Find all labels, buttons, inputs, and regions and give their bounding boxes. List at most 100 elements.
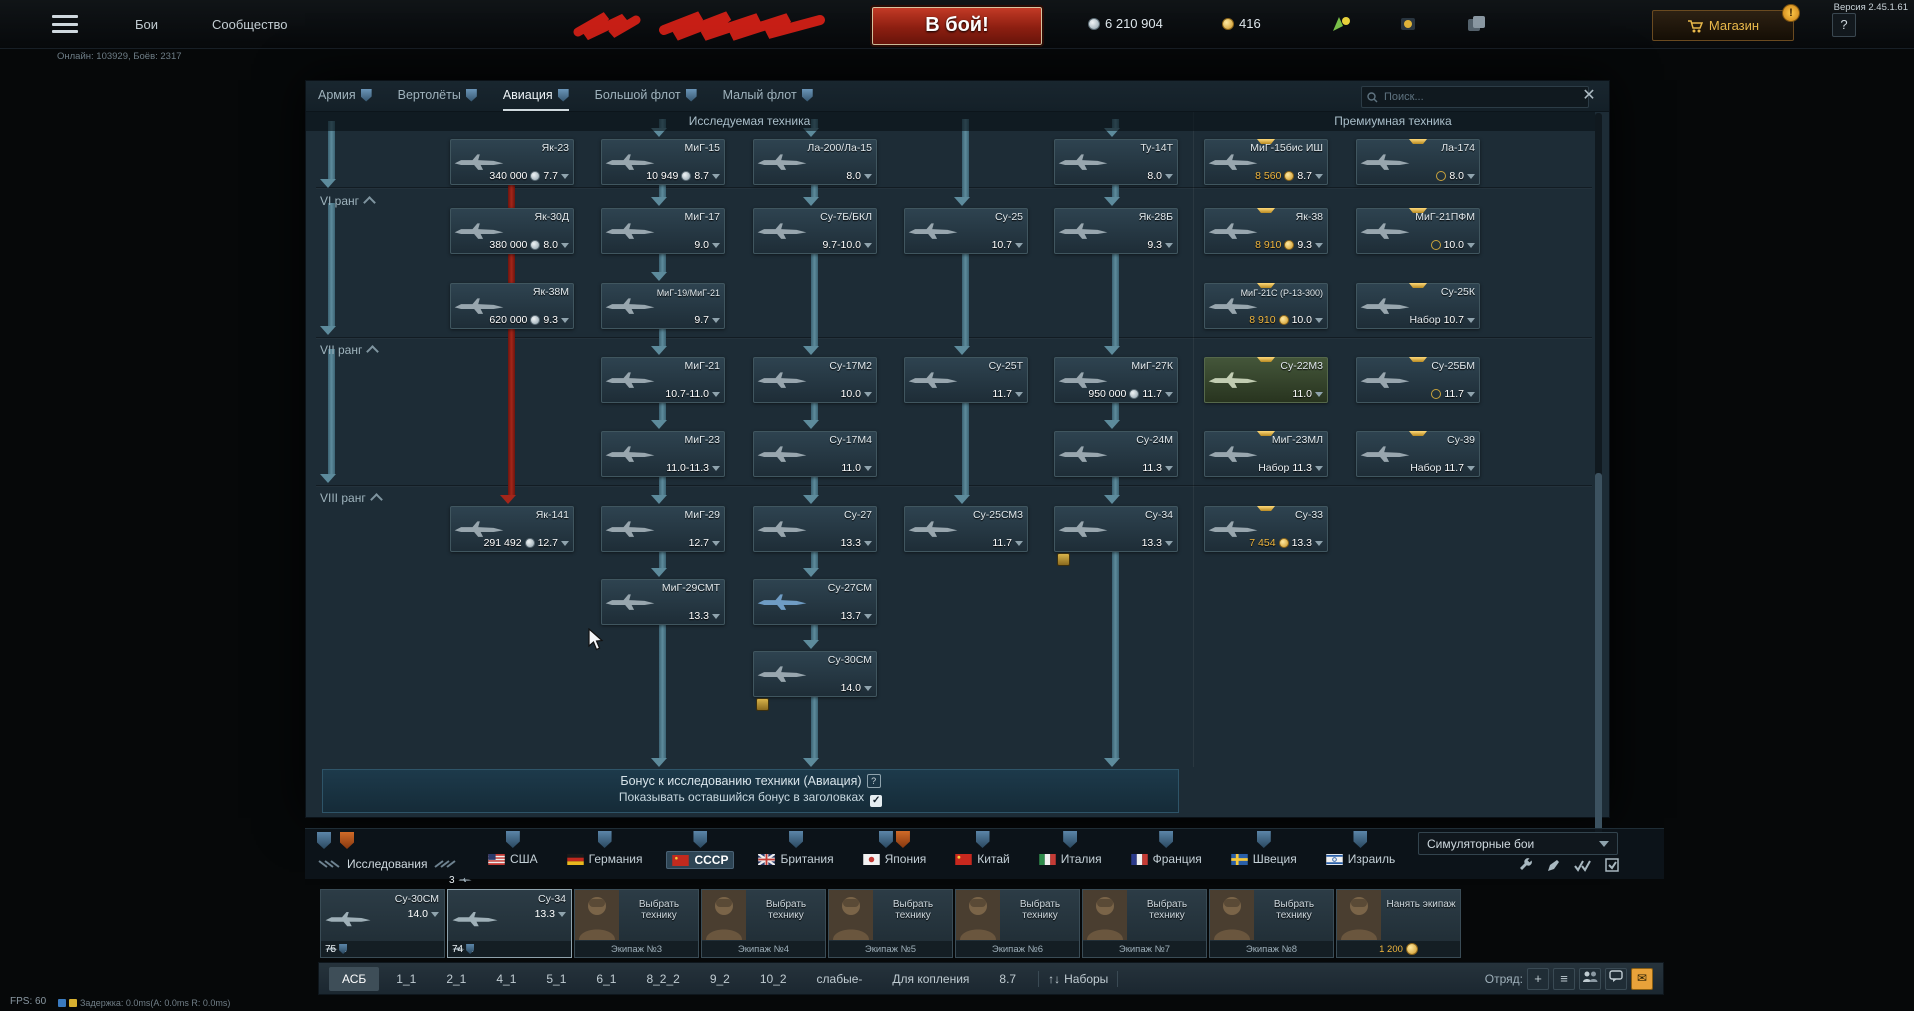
crew-slot-2[interactable]: Су-3413.3274: [447, 889, 572, 958]
crew-slot-4[interactable]: Выбрать техникуЭкипаж №4: [701, 889, 826, 958]
vehicle-cell[interactable]: Су-27СМ13.7: [753, 579, 877, 625]
vehicle-cell[interactable]: Як-141291 49212.7: [450, 506, 574, 552]
menu-icon[interactable]: [52, 15, 78, 33]
nation-tab-usa[interactable]: США: [483, 831, 543, 869]
to-battle-button[interactable]: В бой!: [872, 7, 1042, 45]
scrollbar-thumb[interactable]: [1595, 473, 1602, 841]
vehicle-cell[interactable]: Су-3413.3: [1054, 506, 1178, 552]
add-squad-icon[interactable]: +: [1527, 968, 1549, 990]
pencil-icon[interactable]: [1546, 858, 1561, 873]
research-tab[interactable]: Исследования: [317, 857, 457, 871]
crew-slot-7[interactable]: Выбрать техникуЭкипаж №7: [1082, 889, 1207, 958]
chat-icon[interactable]: [1605, 968, 1627, 990]
preset-4_1[interactable]: 4_1: [483, 967, 529, 991]
search-input[interactable]: [1361, 86, 1589, 108]
preset-5_1[interactable]: 5_1: [533, 967, 579, 991]
vehicle-cell[interactable]: Ту-14Т8.0: [1054, 139, 1178, 185]
list-icon[interactable]: ≡: [1553, 968, 1575, 990]
crew-slot-6[interactable]: Выбрать техникуЭкипаж №6: [955, 889, 1080, 958]
vehicle-cell[interactable]: Су-25СМ311.7: [904, 506, 1028, 552]
nation-tab-japan[interactable]: Япония: [858, 831, 932, 869]
checkbox-icon[interactable]: [1605, 858, 1620, 873]
vehicle-cell[interactable]: Ла-1748.0: [1356, 139, 1480, 185]
vehicle-cell[interactable]: МиГ-27К950 00011.7: [1054, 357, 1178, 403]
tab-smallfleet[interactable]: Малый флот: [723, 81, 813, 111]
vehicle-cell[interactable]: МиГ-29СМТ13.3: [601, 579, 725, 625]
nation-tab-china[interactable]: Китай: [950, 831, 1014, 869]
sets-button[interactable]: Наборы: [1064, 972, 1108, 986]
tab-army[interactable]: Армия: [318, 81, 372, 111]
nation-tab-france[interactable]: Франция: [1126, 831, 1207, 869]
preset-10_2[interactable]: 10_2: [747, 967, 800, 991]
nation-tab-sweden[interactable]: Швеция: [1226, 831, 1302, 869]
rank-label[interactable]: VI ранг: [320, 194, 374, 208]
vehicle-cell[interactable]: МиГ-179.0: [601, 208, 725, 254]
silver-lions-counter[interactable]: 6 210 904: [1088, 16, 1163, 31]
preset-9_2[interactable]: 9_2: [697, 967, 743, 991]
preset-6_1[interactable]: 6_1: [583, 967, 629, 991]
close-icon[interactable]: ✕: [1579, 86, 1599, 106]
nation-tab-ussr[interactable]: СССР: [666, 831, 734, 869]
items-icon[interactable]: [1466, 14, 1488, 39]
vehicle-cell[interactable]: Су-25БМ11.7: [1356, 357, 1480, 403]
vehicle-cell[interactable]: МиГ-15бис ИШ8 5608.7: [1204, 139, 1328, 185]
preset-слабые-[interactable]: слабые-: [804, 967, 876, 991]
preset-Для копления[interactable]: Для копления: [879, 967, 982, 991]
search-field[interactable]: [1382, 90, 1583, 104]
tree-scrollbar[interactable]: [1595, 113, 1602, 811]
vehicle-cell[interactable]: Як-30Д380 0008.0: [450, 208, 574, 254]
nav-community[interactable]: Сообщество: [212, 17, 288, 32]
vehicle-cell[interactable]: МиГ-2912.7: [601, 506, 725, 552]
nation-tab-germany[interactable]: Германия: [562, 831, 648, 869]
vehicle-cell[interactable]: МиГ-2110.7-11.0: [601, 357, 725, 403]
vehicle-cell[interactable]: Су-25КНабор10.7: [1356, 283, 1480, 329]
vehicle-cell[interactable]: Як-28Б9.3: [1054, 208, 1178, 254]
crew-slot-8[interactable]: Выбрать техникуЭкипаж №8: [1209, 889, 1334, 958]
vehicle-cell[interactable]: Су-337 45413.3: [1204, 506, 1328, 552]
rank-label[interactable]: VIII ранг: [320, 491, 381, 505]
rank-label[interactable]: VII ранг: [320, 343, 377, 357]
squad-members-icon[interactable]: [1579, 968, 1601, 990]
vehicle-cell[interactable]: МиГ-1510 9498.7: [601, 139, 725, 185]
vehicle-cell[interactable]: МиГ-21ПФМ10.0: [1356, 208, 1480, 254]
crew-slot-1[interactable]: Су-30СМ14.0175: [320, 889, 445, 958]
vehicle-cell[interactable]: Су-25Т11.7: [904, 357, 1028, 403]
vehicle-cell[interactable]: Як-388 9109.3: [1204, 208, 1328, 254]
bonus-checkbox[interactable]: ✓: [870, 795, 882, 807]
vehicle-cell[interactable]: Су-7Б/БКЛ9.7-10.0: [753, 208, 877, 254]
vehicle-cell[interactable]: Ла-200/Ла-158.0: [753, 139, 877, 185]
vehicle-cell[interactable]: МиГ-19/МиГ-219.7: [601, 283, 725, 329]
vehicle-cell[interactable]: Як-23340 0007.7: [450, 139, 574, 185]
preset-2_1[interactable]: 2_1: [433, 967, 479, 991]
preset-1_1[interactable]: 1_1: [383, 967, 429, 991]
nav-battles[interactable]: Бои: [135, 17, 158, 32]
double-check-icon[interactable]: [1574, 859, 1592, 872]
vehicle-cell[interactable]: Су-30СМ14.0: [753, 651, 877, 697]
nation-tab-italy[interactable]: Италия: [1034, 831, 1107, 869]
vehicle-cell[interactable]: МиГ-21С (Р-13-300)8 91010.0: [1204, 283, 1328, 329]
vehicle-cell[interactable]: Су-17М210.0: [753, 357, 877, 403]
mail-icon[interactable]: ✉: [1631, 968, 1653, 990]
crew-slot-9[interactable]: Нанять экипаж1 200: [1336, 889, 1461, 958]
vehicle-cell[interactable]: Су-24М11.3: [1054, 431, 1178, 477]
vehicle-cell[interactable]: Су-22М311.0: [1204, 357, 1328, 403]
tab-bigfleet[interactable]: Большой флот: [595, 81, 697, 111]
tab-aviation[interactable]: Авиация: [503, 81, 569, 111]
tab-helicopters[interactable]: Вертолёты: [398, 81, 477, 111]
sort-icon[interactable]: ↑↓: [1048, 972, 1060, 986]
wager-icon[interactable]: [1398, 14, 1418, 39]
help-button[interactable]: ?: [1832, 13, 1856, 37]
game-mode-dropdown[interactable]: Симуляторные бои: [1418, 832, 1618, 855]
preset-8.7[interactable]: 8.7: [986, 967, 1029, 991]
crew-slot-5[interactable]: Выбрать техникуЭкипаж №5: [828, 889, 953, 958]
vehicle-cell[interactable]: МиГ-2311.0-11.3: [601, 431, 725, 477]
vehicle-cell[interactable]: Су-2510.7: [904, 208, 1028, 254]
vehicle-cell[interactable]: Су-2713.3: [753, 506, 877, 552]
preset-8_2_2[interactable]: 8_2_2: [633, 967, 692, 991]
bonus-help-icon[interactable]: ?: [867, 774, 881, 788]
nation-tab-israel[interactable]: Израиль: [1321, 831, 1400, 869]
vehicle-cell[interactable]: Су-39Набор11.7: [1356, 431, 1480, 477]
booster-icon[interactable]: [1330, 14, 1352, 39]
nation-tab-britain[interactable]: Британия: [753, 831, 838, 869]
wrench-icon[interactable]: [1518, 858, 1533, 873]
